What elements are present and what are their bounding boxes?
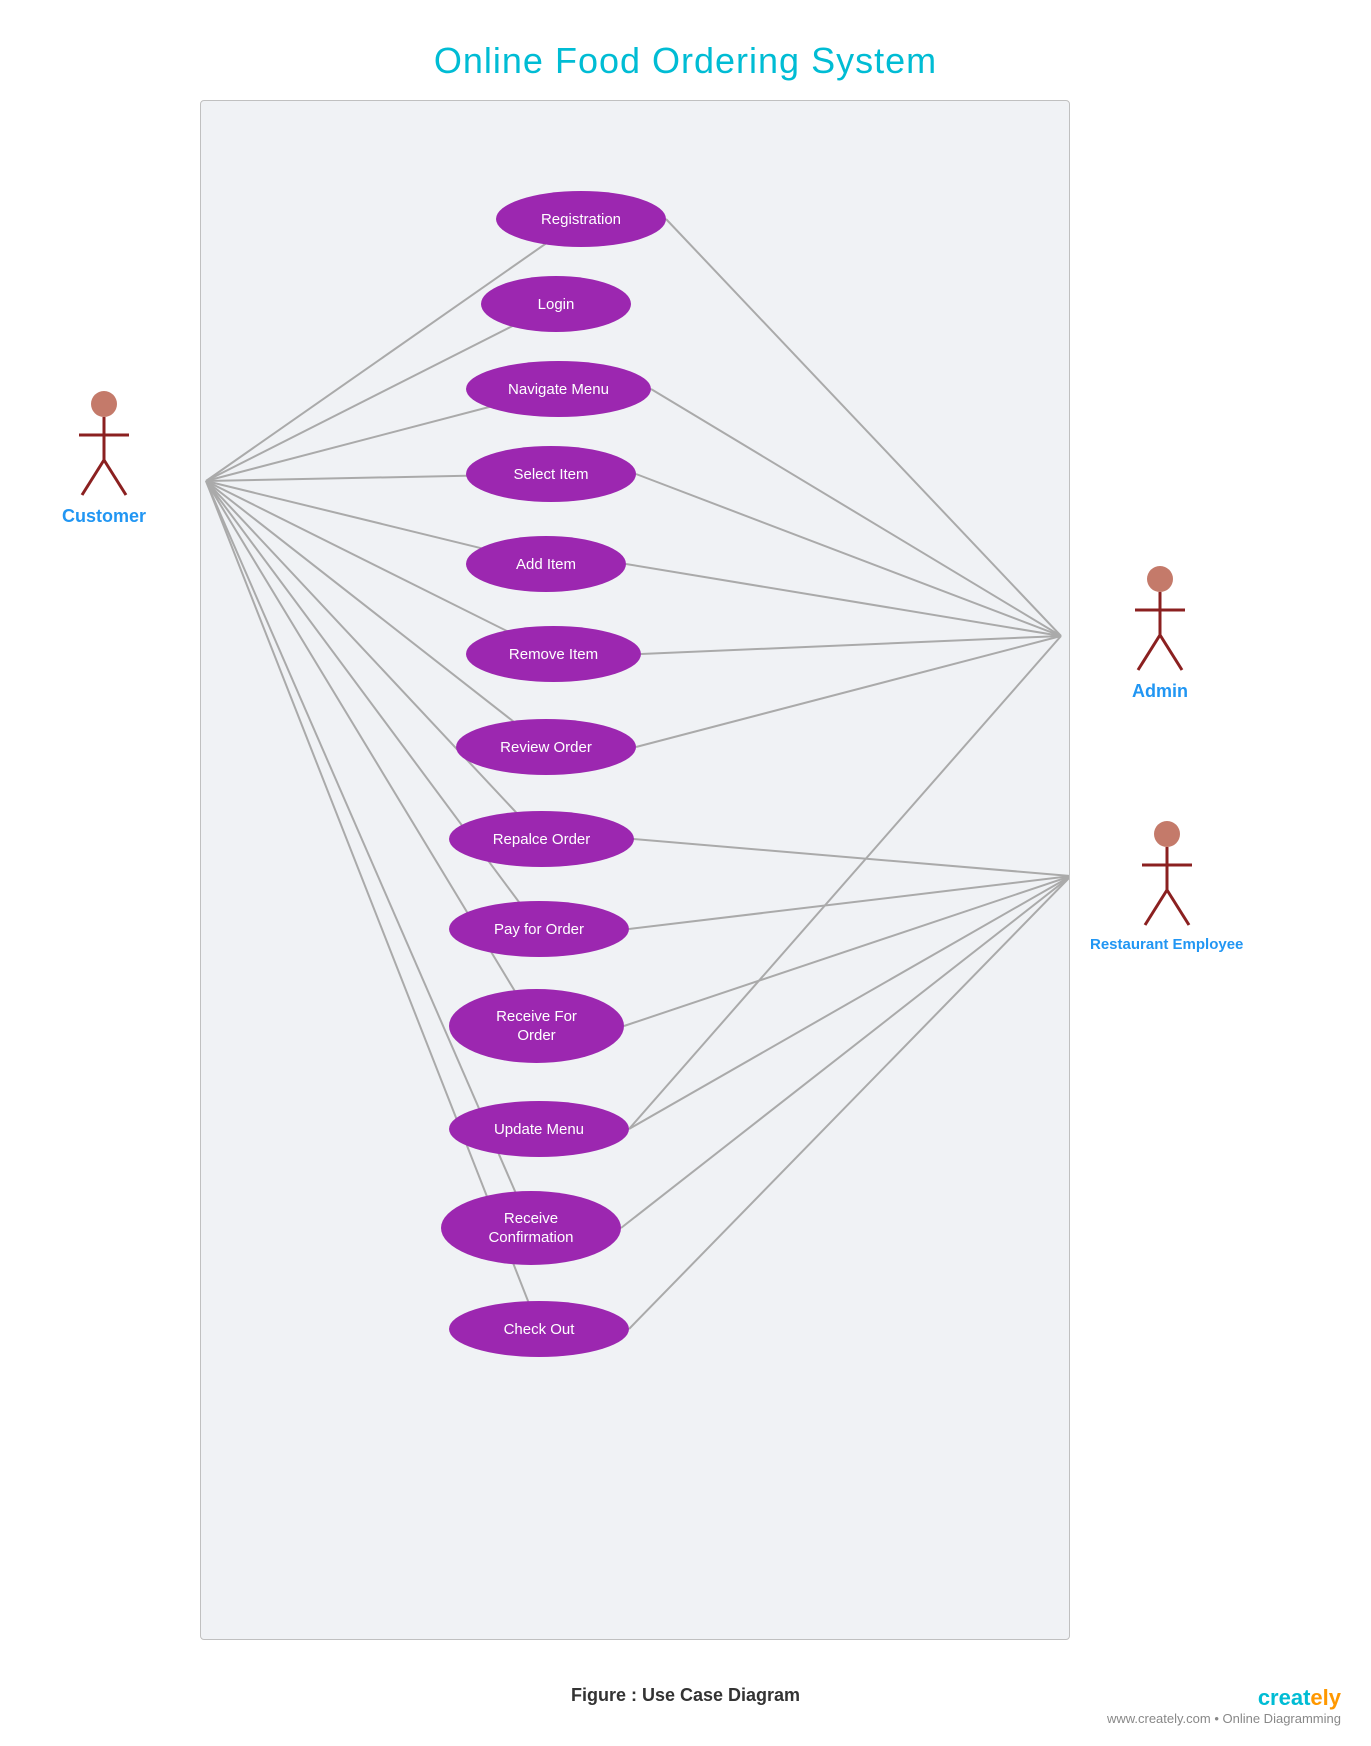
actor-admin: Admin: [1130, 565, 1190, 702]
use-case-review-order: Review Order: [456, 719, 636, 775]
creately-brand-name: creately: [1107, 1685, 1341, 1711]
use-case-check-out: Check Out: [449, 1301, 629, 1357]
use-case-add-item: Add Item: [466, 536, 626, 592]
figure-caption: Figure : Use Case Diagram: [571, 1685, 800, 1706]
use-case-replace-order: Repalce Order: [449, 811, 634, 867]
customer-label: Customer: [62, 506, 146, 527]
admin-figure: [1130, 565, 1190, 675]
actor-restaurant-employee: Restaurant Employee: [1090, 820, 1243, 953]
use-case-receive-for-order: Receive ForOrder: [449, 989, 624, 1063]
creately-logo: creately www.creately.com • Online Diagr…: [1107, 1685, 1341, 1726]
creately-tagline: www.creately.com • Online Diagramming: [1107, 1711, 1341, 1726]
page-title: Online Food Ordering System: [0, 0, 1371, 82]
admin-label: Admin: [1132, 681, 1188, 702]
use-case-select-item: Select Item: [466, 446, 636, 502]
customer-figure: [74, 390, 134, 500]
restaurant-employee-figure: [1137, 820, 1197, 930]
restaurant-employee-label: Restaurant Employee: [1090, 936, 1243, 953]
use-case-navigate-menu: Navigate Menu: [466, 361, 651, 417]
use-case-receive-confirmation: ReceiveConfirmation: [441, 1191, 621, 1265]
use-case-registration: Registration: [496, 191, 666, 247]
use-case-pay-for-order: Pay for Order: [449, 901, 629, 957]
use-case-remove-item: Remove Item: [466, 626, 641, 682]
use-case-update-menu: Update Menu: [449, 1101, 629, 1157]
connection-lines: [201, 101, 1069, 1639]
use-case-login: Login: [481, 276, 631, 332]
actor-customer: Customer: [62, 390, 146, 527]
diagram-container: Registration Login Navigate Menu Select …: [200, 100, 1070, 1640]
